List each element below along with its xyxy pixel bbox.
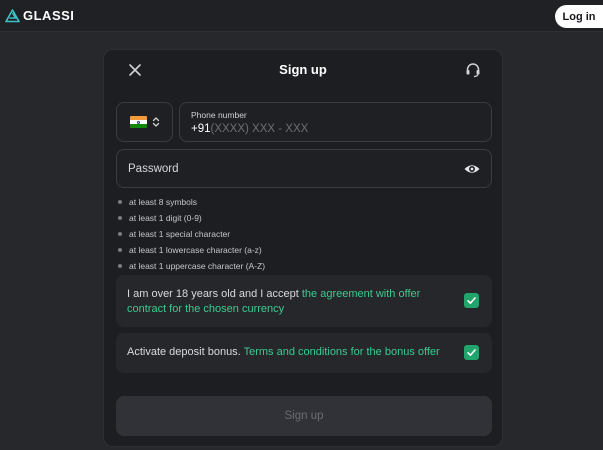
bullet-icon (118, 216, 122, 220)
checkmark-icon (467, 349, 476, 356)
bonus-checkbox[interactable] (464, 345, 479, 360)
password-rule: at least 1 digit (0-9) (118, 210, 418, 226)
rule-text: at least 1 uppercase character (A-Z) (129, 261, 266, 271)
bonus-terms-link[interactable]: Terms and conditions for the bonus offer (244, 346, 440, 358)
bullet-icon (118, 248, 122, 252)
bonus-text: Activate deposit bonus. Terms and condit… (127, 346, 440, 358)
password-input[interactable]: Password (116, 149, 492, 188)
logo[interactable]: GLASSI (5, 8, 74, 23)
rule-text: at least 1 digit (0-9) (129, 213, 202, 223)
signup-modal: Sign up Phone number +91(XXXX) XXX - XXX… (103, 49, 503, 447)
top-bar: GLASSI Log in (0, 0, 603, 32)
phone-placeholder: (XXXX) XXX - XXX (210, 123, 309, 135)
phone-label: Phone number (191, 110, 247, 120)
rule-text: at least 1 lowercase character (a-z) (129, 245, 262, 255)
agreement-consent: I am over 18 years old and I accept the … (116, 275, 492, 327)
signup-button[interactable]: Sign up (116, 396, 492, 436)
password-rule: at least 1 uppercase character (A-Z) (118, 258, 418, 274)
support-button[interactable] (464, 61, 482, 79)
show-password-toggle[interactable] (463, 161, 481, 177)
bullet-icon (118, 232, 122, 236)
phone-input[interactable]: Phone number +91(XXXX) XXX - XXX (179, 102, 492, 142)
chevron-updown-icon (152, 117, 159, 127)
india-flag-icon (129, 116, 147, 128)
agreement-label: I am over 18 years old and I accept (127, 288, 302, 300)
headset-icon (466, 63, 480, 78)
country-code-select[interactable] (116, 102, 173, 142)
login-button[interactable]: Log in (555, 5, 603, 28)
agreement-text: I am over 18 years old and I accept the … (127, 287, 447, 317)
password-rule: at least 8 symbols (118, 194, 418, 210)
checkmark-icon (467, 297, 476, 304)
logo-text: GLASSI (23, 8, 75, 23)
password-rules: at least 8 symbols at least 1 digit (0-9… (118, 194, 418, 274)
bullet-icon (118, 200, 122, 204)
modal-header: Sign up (104, 50, 502, 92)
phone-value: +91(XXXX) XXX - XXX (191, 123, 308, 135)
password-placeholder: Password (128, 163, 179, 175)
password-rule: at least 1 lowercase character (a-z) (118, 242, 418, 258)
agreement-checkbox[interactable] (464, 293, 479, 308)
rule-text: at least 1 special character (129, 229, 231, 239)
password-rule: at least 1 special character (118, 226, 418, 242)
modal-title: Sign up (279, 62, 327, 77)
bonus-consent: Activate deposit bonus. Terms and condit… (116, 333, 492, 373)
bonus-label: Activate deposit bonus. (127, 346, 244, 358)
bullet-icon (118, 264, 122, 268)
rule-text: at least 8 symbols (129, 197, 198, 207)
logo-icon (5, 8, 20, 22)
phone-prefix: +91 (191, 123, 211, 135)
eye-icon (464, 165, 480, 173)
